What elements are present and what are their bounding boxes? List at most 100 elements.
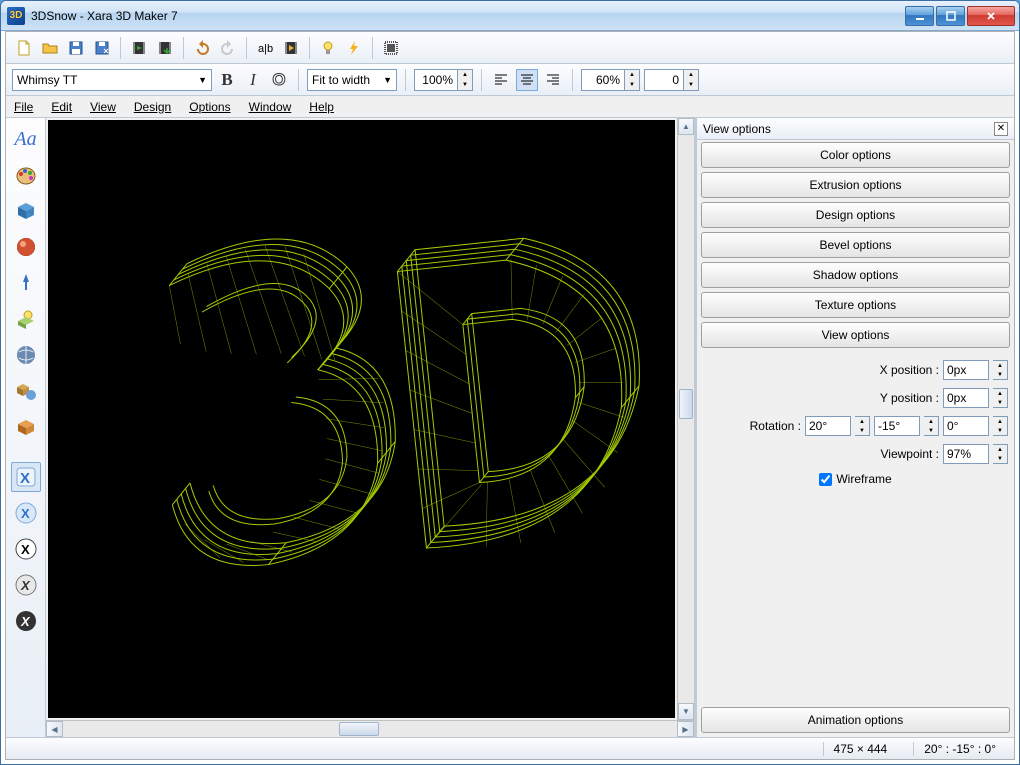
wireframe-label: Wireframe	[836, 472, 891, 486]
panel-title: View options	[703, 122, 771, 136]
viewpoint-label: Viewpoint :	[881, 447, 939, 461]
x-preset-5[interactable]: X	[11, 606, 41, 636]
canvas-area: ▲ ▼ ◀ ▶	[46, 118, 694, 737]
zoom-input[interactable]	[414, 69, 458, 91]
maximize-button[interactable]	[936, 6, 965, 26]
menu-file[interactable]: File	[14, 100, 33, 114]
bevel-tool[interactable]	[11, 232, 41, 262]
horizontal-scrollbar[interactable]: ◀ ▶	[46, 720, 694, 737]
svg-text:X: X	[20, 614, 31, 629]
viewport[interactable]	[48, 120, 675, 718]
wireframe-3d-text	[64, 135, 660, 703]
tool-palette: Aa X X X X X	[6, 118, 46, 737]
view-options-button[interactable]: View options	[701, 322, 1010, 348]
extrude-tool[interactable]	[11, 196, 41, 226]
x-preset-4[interactable]: X	[11, 570, 41, 600]
x-preset-2[interactable]: X	[11, 498, 41, 528]
svg-text:X: X	[20, 578, 31, 593]
shadow-tool[interactable]	[11, 268, 41, 298]
color-options-button[interactable]: Color options	[701, 142, 1010, 168]
rot-z-input[interactable]	[943, 416, 989, 436]
status-dimensions: 475 × 444	[823, 742, 898, 756]
aspect-spinner[interactable]: ▲▼	[581, 69, 640, 91]
scroll-right-icon[interactable]: ▶	[677, 721, 694, 737]
zoom-spinner[interactable]: ▲▼	[414, 69, 473, 91]
border-icon[interactable]	[379, 36, 403, 60]
align-center-button[interactable]	[516, 69, 538, 91]
fit-combo[interactable]: Fit to width▼	[307, 69, 397, 91]
menu-edit[interactable]: Edit	[51, 100, 72, 114]
window-title: 3DSnow - Xara 3D Maker 7	[31, 9, 903, 23]
rot-x-input[interactable]	[805, 416, 851, 436]
xpos-input[interactable]	[943, 360, 989, 380]
outline-button[interactable]: O	[268, 69, 290, 91]
menu-help[interactable]: Help	[309, 100, 334, 114]
ypos-label: Y position :	[880, 391, 939, 405]
bold-button[interactable]: B	[216, 69, 238, 91]
export-movie-icon[interactable]	[153, 36, 177, 60]
design-options-button[interactable]: Design options	[701, 202, 1010, 228]
light-bulb-icon[interactable]	[316, 36, 340, 60]
animation-icon[interactable]	[279, 36, 303, 60]
status-bar: 475 × 444 20° : -15° : 0°	[6, 737, 1014, 759]
scroll-down-icon[interactable]: ▼	[678, 703, 694, 720]
ypos-input[interactable]	[943, 388, 989, 408]
x-preset-1[interactable]: X	[11, 462, 41, 492]
x-preset-3[interactable]: X	[11, 534, 41, 564]
scroll-up-icon[interactable]: ▲	[678, 118, 694, 135]
vertical-scrollbar[interactable]: ▲ ▼	[677, 118, 694, 720]
redo-icon[interactable]	[216, 36, 240, 60]
status-angles: 20° : -15° : 0°	[913, 742, 1006, 756]
svg-text:X: X	[21, 542, 30, 557]
menu-options[interactable]: Options	[189, 100, 230, 114]
font-combo[interactable]: Whimsy TT▼	[12, 69, 212, 91]
lightning-icon[interactable]	[342, 36, 366, 60]
offset-input[interactable]	[644, 69, 684, 91]
import-movie-icon[interactable]	[127, 36, 151, 60]
aspect-input[interactable]	[581, 69, 625, 91]
titlebar[interactable]: 3D 3DSnow - Xara 3D Maker 7	[1, 1, 1019, 31]
menu-view[interactable]: View	[90, 100, 116, 114]
view-options-tool[interactable]	[11, 412, 41, 442]
new-file-icon[interactable]	[12, 36, 36, 60]
chevron-down-icon: ▼	[198, 75, 207, 85]
menu-window[interactable]: Window	[249, 100, 292, 114]
align-left-button[interactable]	[490, 69, 512, 91]
wireframe-checkbox[interactable]	[819, 473, 832, 486]
panel-title-bar[interactable]: View options ✕	[697, 118, 1014, 140]
spin-up-icon[interactable]: ▲	[458, 70, 472, 80]
chevron-down-icon: ▼	[383, 75, 392, 85]
scroll-thumb[interactable]	[339, 722, 379, 736]
minimize-button[interactable]	[905, 6, 934, 26]
offset-spinner[interactable]: ▲▼	[644, 69, 699, 91]
options-panel: View options ✕ Color options Extrusion o…	[694, 118, 1014, 737]
viewpoint-input[interactable]	[943, 444, 989, 464]
lights-tool[interactable]	[11, 304, 41, 334]
close-button[interactable]	[967, 6, 1015, 26]
italic-button[interactable]: I	[242, 69, 264, 91]
texture-options-button[interactable]: Texture options	[701, 292, 1010, 318]
xpos-label: X position :	[880, 363, 939, 377]
svg-text:a|b: a|b	[258, 43, 273, 55]
animation-options-button[interactable]: Animation options	[701, 707, 1010, 733]
open-file-icon[interactable]	[38, 36, 62, 60]
rot-y-input[interactable]	[874, 416, 920, 436]
rotation-label: Rotation :	[750, 419, 801, 433]
save-icon[interactable]	[64, 36, 88, 60]
menu-design[interactable]: Design	[134, 100, 171, 114]
color-picker-tool[interactable]	[11, 160, 41, 190]
bevel-options-button[interactable]: Bevel options	[701, 232, 1010, 258]
texture-tool[interactable]	[11, 340, 41, 370]
design-gallery-tool[interactable]	[11, 376, 41, 406]
extrusion-options-button[interactable]: Extrusion options	[701, 172, 1010, 198]
undo-icon[interactable]	[190, 36, 214, 60]
save-as-icon[interactable]	[90, 36, 114, 60]
shadow-options-button[interactable]: Shadow options	[701, 262, 1010, 288]
scroll-thumb[interactable]	[679, 389, 693, 419]
text-style-tool[interactable]: Aa	[11, 124, 41, 154]
text-tool-icon[interactable]: a|b	[253, 36, 277, 60]
align-right-button[interactable]	[542, 69, 564, 91]
scroll-left-icon[interactable]: ◀	[46, 721, 63, 737]
spin-down-icon[interactable]: ▼	[458, 80, 472, 90]
panel-close-icon[interactable]: ✕	[994, 122, 1008, 136]
